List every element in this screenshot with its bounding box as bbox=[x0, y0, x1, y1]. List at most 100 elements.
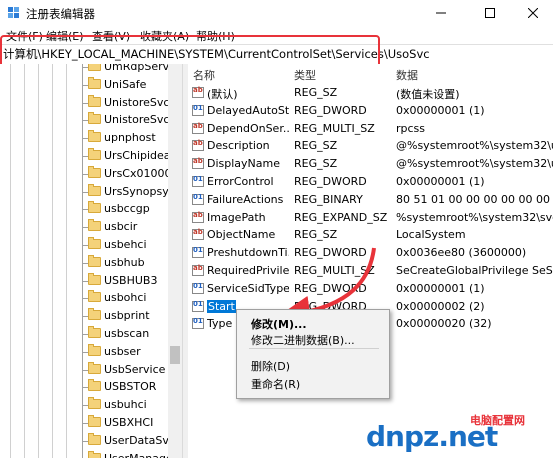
tree-item[interactable]: upnphost bbox=[0, 129, 170, 147]
tree-item-label: UserManager bbox=[104, 452, 177, 458]
tree-item[interactable]: UrsCx01000 bbox=[0, 165, 172, 183]
value-name: ErrorControl bbox=[207, 175, 274, 188]
value-data: @%systemroot%\system32\uso bbox=[396, 157, 553, 171]
value-data: 0x00000001 (1) bbox=[396, 281, 485, 295]
value-name: DependOnSer... bbox=[207, 121, 289, 135]
value-data: @%systemroot%\system32\uso bbox=[396, 139, 553, 153]
tree-item[interactable]: UsbService bbox=[0, 361, 170, 379]
value-name: ImagePath bbox=[207, 210, 266, 224]
value-data: SeCreateGlobalPrivilege SeShut bbox=[396, 264, 553, 277]
tree-scrollbar[interactable] bbox=[168, 64, 182, 458]
tree-item-label: usbccgp bbox=[104, 202, 150, 216]
value-data: 80 51 01 00 00 00 00 00 00 00 bbox=[396, 192, 553, 206]
string-value-icon bbox=[192, 139, 204, 152]
value-data: %systemroot%\system32\svcho bbox=[396, 210, 553, 224]
value-data: LocalSystem bbox=[396, 228, 466, 242]
context-modify-binary[interactable]: 修改二进制数据(B)... bbox=[251, 332, 355, 348]
string-value-icon bbox=[192, 264, 204, 276]
column-header-name[interactable]: 名称 bbox=[193, 67, 215, 83]
tree-scrollbar-thumb[interactable] bbox=[170, 346, 180, 364]
minimize-button[interactable] bbox=[421, 0, 461, 26]
value-row[interactable]: DependOnSer... REG_MULTI_SZ rpcss bbox=[188, 120, 553, 138]
tree-item[interactable]: usbhub bbox=[0, 254, 170, 272]
tree-item[interactable]: USBXHCI bbox=[0, 414, 170, 432]
value-type: REG_EXPAND_SZ bbox=[294, 210, 388, 224]
column-header-type[interactable]: 类型 bbox=[294, 67, 316, 83]
tree-item-label: UniSafe bbox=[104, 77, 147, 91]
close-button[interactable] bbox=[513, 0, 553, 26]
value-row[interactable]: DelayedAutoSt... REG_DWORD 0x00000001 (1) bbox=[188, 102, 553, 120]
binary-value-icon bbox=[192, 193, 204, 205]
tree-item-label: upnphost bbox=[104, 131, 156, 145]
registry-editor-icon bbox=[7, 6, 21, 20]
folder-icon bbox=[88, 432, 101, 445]
context-menu: 修改(M)... 修改二进制数据(B)... 删除(D) 重命名(R) bbox=[236, 309, 390, 399]
value-row[interactable]: FailureActions REG_BINARY 80 51 01 00 00 0… bbox=[188, 191, 553, 209]
binary-value-icon bbox=[192, 104, 204, 116]
tree-item[interactable]: UmRdpService bbox=[0, 64, 182, 76]
context-delete[interactable]: 删除(D) bbox=[251, 358, 290, 374]
value-type: REG_DWORD bbox=[294, 175, 367, 188]
value-row[interactable]: ImagePath REG_EXPAND_SZ %systemroot%\syste… bbox=[188, 209, 553, 227]
tree-item[interactable]: usbcir bbox=[0, 218, 170, 236]
watermark-logo: dnpz.net bbox=[366, 420, 498, 453]
key-tree-pane[interactable]: UmRdpService UniSafe UnistoreSvc UnistoreSv… bbox=[0, 64, 182, 458]
folder-icon bbox=[88, 165, 101, 178]
tree-item-label: USBHUB3 bbox=[104, 273, 158, 287]
context-modify[interactable]: 修改(M)... bbox=[251, 316, 307, 332]
maximize-button[interactable] bbox=[470, 0, 510, 26]
tree-item-label: UnistoreSvc bbox=[104, 95, 170, 109]
value-name: ObjectName bbox=[207, 228, 276, 242]
value-row[interactable]: Description REG_SZ @%systemroot%\system32\… bbox=[188, 137, 553, 155]
folder-icon bbox=[88, 219, 101, 232]
string-value-icon bbox=[192, 228, 204, 241]
tree-item[interactable]: usbccgp bbox=[0, 200, 170, 218]
tree-item[interactable]: usbohci bbox=[0, 289, 170, 307]
value-type: REG_SZ bbox=[294, 139, 338, 153]
tree-item[interactable]: usbuhci bbox=[0, 396, 170, 414]
tree-item[interactable]: UniSafe bbox=[0, 76, 170, 94]
string-value-icon bbox=[192, 86, 204, 98]
tree-item[interactable]: usbser bbox=[0, 343, 170, 361]
folder-icon bbox=[88, 450, 101, 458]
value-data: 0x00000020 (32) bbox=[396, 317, 492, 331]
tree-item[interactable]: usbscan bbox=[0, 325, 170, 343]
value-name: Description bbox=[207, 139, 270, 153]
folder-icon bbox=[88, 308, 101, 321]
folder-icon bbox=[88, 64, 101, 71]
value-type: REG_MULTI_SZ bbox=[294, 121, 375, 135]
close-icon bbox=[528, 8, 538, 18]
folder-icon bbox=[88, 272, 101, 285]
context-rename[interactable]: 重命名(R) bbox=[251, 376, 300, 392]
tree-item[interactable]: UnistoreSvc bbox=[0, 94, 170, 112]
tree-item[interactable]: UrsChipidea bbox=[0, 147, 171, 165]
tree-item-label: UrsChipidea bbox=[104, 149, 171, 162]
value-data: 0x00000001 (1) bbox=[396, 103, 485, 117]
tree-item[interactable]: usbehci bbox=[0, 236, 170, 254]
value-row[interactable]: (默认) REG_SZ (数值未设置) bbox=[188, 84, 553, 102]
tree-item[interactable]: USBHUB3 bbox=[0, 272, 170, 290]
string-value-icon bbox=[192, 211, 204, 223]
tree-item[interactable]: USBSTOR bbox=[0, 378, 170, 396]
value-data: 0x00000001 (1) bbox=[396, 175, 485, 188]
tree-item-label: USBSTOR bbox=[104, 380, 157, 394]
tree-item[interactable]: UserManager bbox=[0, 450, 177, 458]
tree-item-label: UrsSynopsys bbox=[104, 184, 175, 198]
folder-icon bbox=[88, 254, 101, 267]
value-row[interactable]: DisplayName REG_SZ @%systemroot%\system32\… bbox=[188, 155, 553, 173]
tree-item[interactable]: UnistoreSvc_4 bbox=[0, 111, 182, 129]
tree-item[interactable]: UrsSynopsys bbox=[0, 183, 174, 201]
tree-item[interactable]: UserDataSvc bbox=[0, 432, 175, 450]
column-header-data[interactable]: 数据 bbox=[396, 67, 418, 83]
value-row[interactable]: ErrorControl REG_DWORD 0x00000001 (1) bbox=[188, 173, 553, 191]
binary-value-icon bbox=[192, 246, 204, 259]
folder-icon bbox=[88, 76, 101, 89]
folder-icon bbox=[88, 112, 101, 125]
binary-value-icon bbox=[192, 282, 204, 294]
value-data: (数值未设置) bbox=[396, 88, 460, 101]
value-data: 0x00000002 (2) bbox=[396, 299, 485, 313]
tree-item[interactable]: usbprint bbox=[0, 307, 170, 325]
minimize-icon bbox=[436, 12, 446, 14]
binary-value-icon bbox=[192, 300, 204, 312]
value-type: REG_DWORD bbox=[294, 103, 367, 117]
